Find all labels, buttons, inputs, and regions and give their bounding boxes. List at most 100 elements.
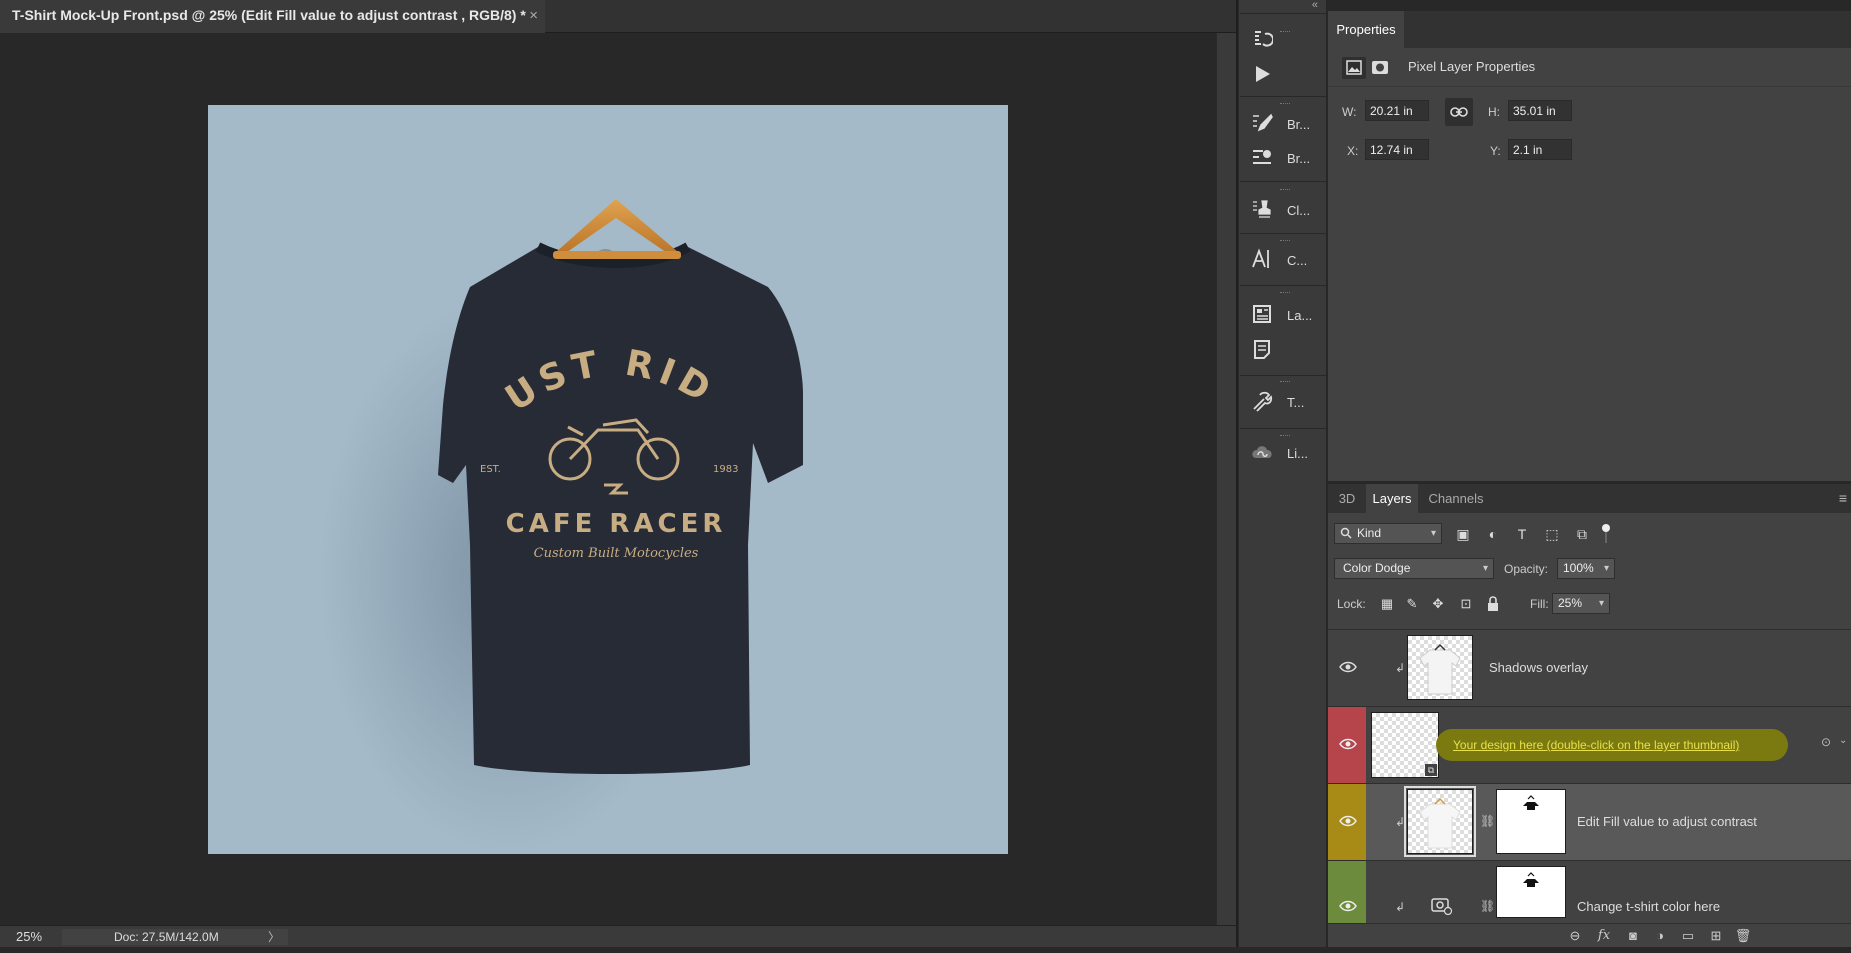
document-canvas[interactable]: JUST RIDE EST. 1983 CAFE RACER Custom Bu… — [208, 105, 1008, 854]
brush-settings-icon — [1249, 146, 1275, 172]
layer-comps-panel-button[interactable]: La... — [1247, 299, 1323, 333]
properties-type-label: Pixel Layer Properties — [1408, 59, 1536, 74]
tshirt-mockup-image: JUST RIDE EST. 1983 CAFE RACER Custom Bu… — [208, 105, 803, 854]
filter-smart-object-icon[interactable]: ⧉ — [1571, 523, 1593, 545]
height-field[interactable] — [1508, 100, 1572, 121]
layer-row[interactable]: ↲ ⛓ Change t-shirt color here — [1328, 860, 1851, 924]
chevron-down-icon[interactable]: ⌄ — [1839, 735, 1847, 746]
clone-source-panel-button[interactable]: Cl... — [1247, 194, 1323, 228]
clipping-arrow-icon: ↲ — [1395, 815, 1406, 829]
separator — [1240, 96, 1326, 97]
layer-row[interactable]: ↲ Shadows overlay — [1328, 629, 1851, 706]
tool-presets-panel-button[interactable]: T... — [1247, 386, 1323, 420]
tab-channels[interactable]: Channels — [1420, 484, 1492, 513]
brush-settings-label: Br... — [1287, 151, 1311, 166]
panel-menu-icon[interactable]: ≡ — [1839, 484, 1847, 513]
brush-settings-panel-button[interactable]: Br... — [1247, 142, 1323, 176]
character-icon — [1249, 248, 1275, 274]
filter-kind-value: Kind — [1357, 526, 1382, 540]
panel-grip[interactable] — [1280, 292, 1290, 295]
actions-panel-button[interactable] — [1247, 59, 1323, 93]
doc-info-text: Doc: 27.5M/142.0M — [114, 930, 219, 944]
lock-position-icon[interactable]: ✥ — [1429, 593, 1447, 615]
tab-layers[interactable]: Layers — [1366, 484, 1418, 513]
smart-object-thumbnail[interactable]: ⧉ — [1371, 712, 1439, 778]
tool-presets-label: T... — [1287, 395, 1305, 410]
filter-pixel-icon[interactable]: ▣ — [1452, 523, 1474, 545]
blend-mode-value: Color Dodge — [1343, 561, 1411, 575]
filter-toggle-icon[interactable] — [1595, 523, 1617, 545]
y-field[interactable] — [1508, 139, 1572, 160]
separator — [1240, 285, 1326, 286]
character-panel-button[interactable]: C... — [1247, 244, 1323, 278]
history-panel-button[interactable] — [1247, 24, 1323, 58]
close-icon[interactable]: × — [529, 0, 538, 31]
zoom-level[interactable]: 25% — [16, 926, 42, 948]
panel-grip[interactable] — [1280, 103, 1290, 106]
layer-name[interactable]: Shadows overlay — [1489, 630, 1588, 706]
layer-style-icon[interactable]: fx — [1594, 927, 1614, 945]
notes-panel-button[interactable] — [1247, 334, 1323, 368]
creative-cloud-libraries-icon — [1249, 441, 1275, 467]
blend-mode-select[interactable]: Color Dodge ▾ — [1334, 558, 1494, 579]
libraries-panel-button[interactable]: Li... — [1247, 437, 1323, 471]
layer-row-selected[interactable]: ↲ ⛓ Edit Fill value to adjust contrast — [1328, 783, 1851, 860]
collapsed-panels-column: « Br... Br... Cl... C... La... T... Li..… — [1239, 0, 1327, 947]
adjustment-layer-icon[interactable] — [1431, 895, 1453, 918]
play-icon — [1249, 63, 1275, 89]
layer-name[interactable]: Edit Fill value to adjust contrast — [1577, 784, 1757, 860]
opacity-field[interactable]: 100% ▾ — [1557, 558, 1615, 579]
vertical-scrollbar[interactable] — [1216, 33, 1236, 925]
delete-layer-icon[interactable]: 🗑 — [1733, 927, 1753, 945]
brush-icon — [1249, 112, 1275, 138]
eye-icon[interactable] — [1339, 660, 1357, 674]
mask-icon[interactable] — [1368, 57, 1392, 79]
eye-icon[interactable] — [1339, 737, 1357, 751]
layers-footer: ⊖ fx ◙ ◑ ▭ ⊞ 🗑 — [1328, 923, 1851, 947]
smart-filter-icon[interactable]: ⊙ — [1821, 735, 1831, 749]
link-layers-icon[interactable]: ⊖ — [1565, 927, 1585, 945]
layer-mask-thumbnail[interactable] — [1496, 789, 1566, 854]
lock-artboard-icon[interactable]: ⊡ — [1457, 593, 1475, 615]
layer-thumbnail[interactable] — [1404, 786, 1476, 857]
chevron-right-icon[interactable]: 〉 — [268, 929, 280, 945]
lock-transparent-pixels-icon[interactable]: ▦ — [1378, 593, 1396, 615]
height-label: H: — [1488, 105, 1500, 119]
mask-link-icon[interactable]: ⛓ — [1480, 814, 1495, 828]
layer-name[interactable]: Your design here (double-click on the la… — [1453, 707, 1739, 783]
filter-shape-icon[interactable]: ⬚ — [1541, 523, 1563, 545]
x-field[interactable] — [1365, 139, 1429, 160]
pixel-layer-icon[interactable] — [1342, 57, 1366, 79]
brushes-panel-button[interactable]: Br... — [1247, 108, 1323, 142]
filter-type-icon[interactable]: T — [1511, 523, 1533, 545]
layer-thumbnail[interactable] — [1407, 635, 1473, 700]
link-dimensions-icon[interactable] — [1445, 98, 1473, 126]
tab-3d[interactable]: 3D — [1328, 484, 1366, 513]
panel-grip[interactable] — [1280, 189, 1290, 192]
history-icon — [1249, 28, 1275, 54]
new-layer-icon[interactable]: ⊞ — [1706, 927, 1726, 945]
separator — [1240, 13, 1326, 14]
filter-adjustment-icon[interactable]: ◐ — [1482, 523, 1504, 545]
lock-all-icon[interactable] — [1484, 593, 1502, 615]
add-mask-icon[interactable]: ◙ — [1623, 927, 1643, 945]
filter-kind-select[interactable]: Kind ▾ — [1334, 523, 1442, 544]
tab-properties[interactable]: Properties — [1328, 11, 1404, 48]
mask-link-icon[interactable]: ⛓ — [1480, 899, 1495, 913]
panel-grip[interactable] — [1280, 381, 1290, 384]
properties-tab-bar: Properties — [1328, 11, 1851, 48]
new-group-icon[interactable]: ▭ — [1678, 927, 1698, 945]
eye-icon[interactable] — [1339, 814, 1357, 828]
collapse-panels-icon[interactable]: « — [1312, 0, 1318, 11]
print-est: EST. — [480, 464, 501, 475]
layer-row[interactable]: ⧉ Your design here (double-click on the … — [1328, 706, 1851, 783]
document-tab[interactable]: T-Shirt Mock-Up Front.psd @ 25% (Edit Fi… — [0, 0, 545, 33]
new-adjustment-layer-icon[interactable]: ◑ — [1650, 927, 1670, 945]
panel-grip[interactable] — [1280, 240, 1290, 243]
eye-icon[interactable] — [1339, 899, 1357, 913]
layer-mask-thumbnail[interactable] — [1496, 866, 1566, 918]
width-field[interactable] — [1365, 100, 1429, 121]
lock-image-pixels-icon[interactable]: ✎ — [1403, 593, 1421, 615]
fill-field[interactable]: 25% ▾ — [1552, 593, 1610, 614]
doc-info[interactable]: Doc: 27.5M/142.0M 〉 — [62, 929, 288, 945]
